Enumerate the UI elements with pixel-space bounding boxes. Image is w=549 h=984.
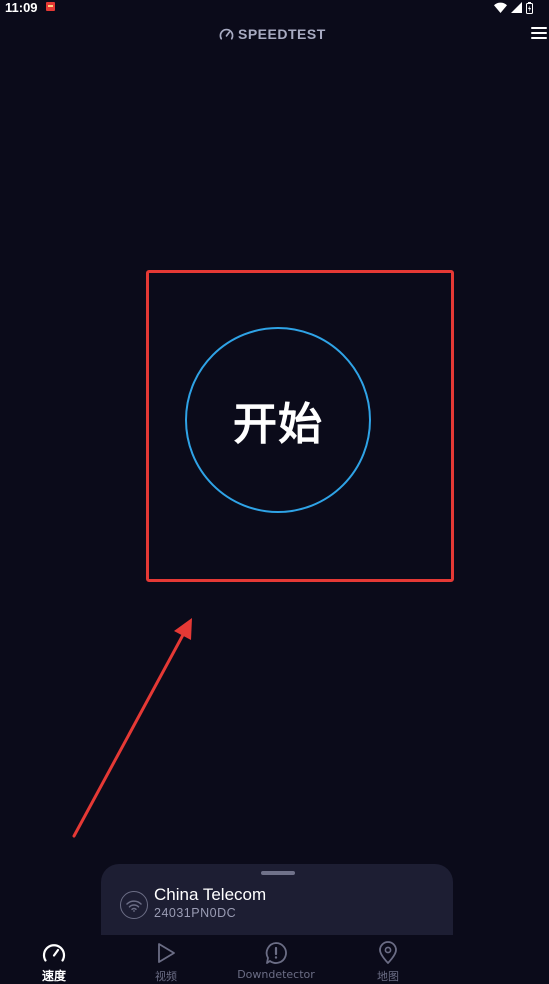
nav-label-speed: 速度 [41,969,66,983]
play-icon [158,943,175,963]
drag-handle[interactable] [261,871,295,875]
system-icons [494,1,533,14]
provider-name: China Telecom [154,885,267,904]
speedometer-icon [42,943,66,962]
nav-item-speed[interactable]: 速度 [38,935,70,984]
notification-icon [46,2,55,11]
go-button[interactable]: 开始 [185,327,371,513]
menu-icon[interactable] [531,27,547,41]
brand-text: SPEEDTEST [238,26,326,42]
alert-icon [265,942,287,964]
status-bar: 11:09 [0,0,549,16]
battery-icon [526,1,533,14]
nav-label-video: 视频 [155,970,177,983]
nav-label-map: 地图 [377,970,399,983]
app-header: SPEEDTEST [0,22,549,46]
nav-item-map[interactable]: 地图 [372,935,404,984]
nav-label-downdetector: Downdetector [237,968,315,981]
wifi-signal-icon [494,2,507,13]
wifi-icon [120,891,148,919]
map-pin-icon [379,941,397,964]
brand-logo: SPEEDTEST [219,25,326,43]
speedometer-logo-icon [219,28,234,40]
nav-item-video[interactable]: 视频 [150,935,182,984]
status-time: 11:09 [5,0,38,15]
go-label: 开始 [233,399,323,450]
cell-signal-icon [511,2,522,13]
nav-item-downdetector[interactable]: Downdetector [234,935,318,984]
provider-id: 24031PN0DC [154,906,237,920]
bottom-nav: 速度 视频 Downdetector 地图 [0,935,549,984]
